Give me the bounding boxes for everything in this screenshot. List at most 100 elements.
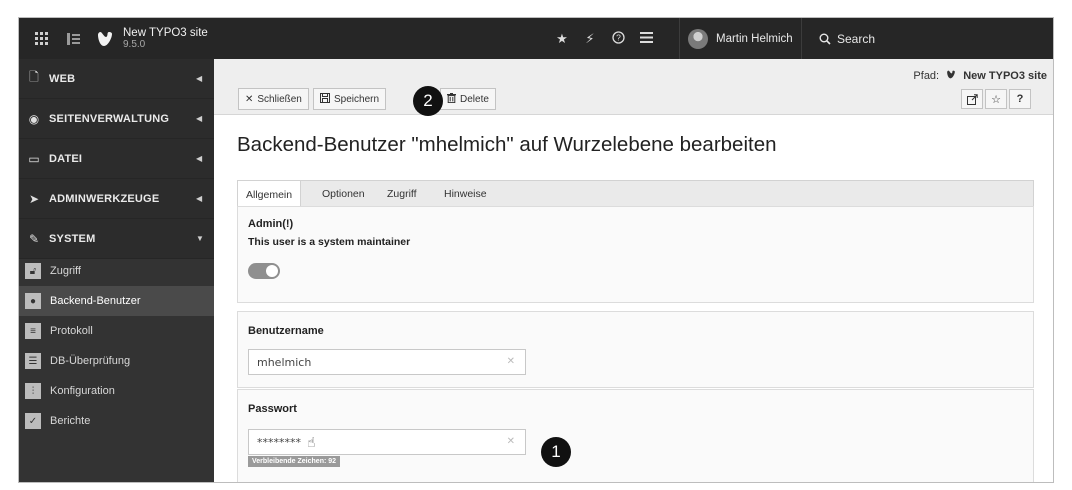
remaining-chars-badge: Verbleibende Zeichen: 92 <box>248 456 341 467</box>
admin-label: Admin(!) <box>248 218 294 230</box>
image-icon: ▭ <box>28 151 40 166</box>
sidebar-item-label: Berichte <box>50 415 91 427</box>
close-button[interactable]: ✕ Schließen <box>238 88 309 110</box>
username-field-panel: Benutzername mhelmich ✕ <box>237 311 1034 388</box>
save-button[interactable]: Speichern <box>313 88 387 110</box>
sidebar-item-label: Zugriff <box>50 265 81 277</box>
site-title: New TYPO3 site <box>123 27 208 39</box>
typo3-backend-window: New TYPO3 site 9.5.0 ★ ⚡ ? Martin Helmic… <box>18 17 1054 483</box>
sidebar-item-berichte[interactable]: ✓ Berichte <box>19 406 214 436</box>
search-icon <box>819 33 831 45</box>
close-label: Schließen <box>257 93 302 105</box>
path-site[interactable]: New TYPO3 site <box>963 70 1047 82</box>
save-label: Speichern <box>334 93 380 105</box>
doc-header: Pfad: New TYPO3 site ✕ Schließen Speiche… <box>214 59 1053 115</box>
sidebar-item-label: Protokoll <box>50 325 93 337</box>
sidebar-item-zugriff[interactable]: 🔓︎ Zugriff <box>19 256 214 286</box>
log-icon: ≡ <box>25 323 41 339</box>
help-button[interactable]: ? <box>1009 89 1031 109</box>
password-value: ******** <box>257 435 301 449</box>
tab-optionen[interactable]: Optionen <box>314 181 373 207</box>
nav-group-seitenverwaltung[interactable]: ◉ SEITENVERWALTUNG ◀ <box>19 99 214 139</box>
delete-label: Delete <box>460 93 489 105</box>
callout-2: 2 <box>413 86 443 116</box>
bookmark-button[interactable]: ☆ <box>985 89 1007 109</box>
caret-down-icon: ▼ <box>196 234 204 243</box>
site-version: 9.5.0 <box>123 39 146 50</box>
lock-icon: 🔓︎ <box>25 263 41 279</box>
search-toggle[interactable]: Search <box>807 18 1053 59</box>
password-input[interactable]: ******** ✕ <box>248 429 526 455</box>
nav-group-label: SEITENVERWALTUNG <box>49 112 170 125</box>
plug-icon: ✎ <box>28 231 40 246</box>
external-link-icon <box>966 93 978 105</box>
typo3-logo-icon <box>947 70 956 79</box>
sidebar-toggle-icon[interactable] <box>59 18 87 59</box>
nav-group-label: WEB <box>49 72 76 85</box>
pointer-hand-icon: ☝ <box>307 434 316 450</box>
nav-group-adminwerkzeuge[interactable]: ➤ ADMINWERKZEUGE ◀ <box>19 179 214 219</box>
typo3-logo-icon <box>98 31 112 46</box>
tab-allgemein[interactable]: Allgemein <box>238 181 302 208</box>
toolbar-icons: ★ ⚡ ? <box>551 18 663 59</box>
rocket-icon: ➤ <box>28 191 40 206</box>
path-prefix: Pfad: <box>913 70 940 82</box>
caret-left-icon: ◀ <box>196 74 203 83</box>
nav-group-web[interactable]: 🗋 WEB ◀ <box>19 59 214 99</box>
sidebar-item-konfiguration[interactable]: ⫶ Konfiguration <box>19 376 214 406</box>
sidebar-item-label: Backend-Benutzer <box>50 295 141 307</box>
admin-field-panel: Admin(!) This user is a system maintaine… <box>237 206 1034 303</box>
report-icon: ✓ <box>25 413 41 429</box>
nav-group-datei[interactable]: ▭ DATEI ◀ <box>19 139 214 179</box>
caret-left-icon: ◀ <box>196 194 203 203</box>
sidebar-item-backend-benutzer[interactable]: ● Backend-Benutzer <box>19 286 214 316</box>
user-menu[interactable]: Martin Helmich <box>679 18 802 59</box>
star-icon[interactable]: ★ <box>551 31 573 47</box>
sidebar-item-db-ueberpruefung[interactable]: ☰ DB-Überprüfung <box>19 346 214 376</box>
database-icon: ☰ <box>25 353 41 369</box>
module-menu: 🗋 WEB ◀ ◉ SEITENVERWALTUNG ◀ ▭ DATEI ◀ ➤… <box>19 59 214 482</box>
avatar <box>688 28 708 49</box>
delete-button[interactable]: Delete <box>440 88 496 110</box>
open-new-window-button[interactable] <box>961 89 983 109</box>
caret-left-icon: ◀ <box>196 154 203 163</box>
list-icon[interactable] <box>635 31 657 46</box>
flash-icon[interactable]: ⚡ <box>579 31 601 47</box>
sidebar-item-protokoll[interactable]: ≡ Protokoll <box>19 316 214 346</box>
top-bar: New TYPO3 site 9.5.0 ★ ⚡ ? Martin Helmic… <box>19 18 1053 59</box>
svg-text:?: ? <box>616 32 621 42</box>
close-icon: ✕ <box>245 93 254 105</box>
nav-group-label: SYSTEM <box>49 232 96 245</box>
globe-icon: ◉ <box>28 111 40 126</box>
toggle-knob <box>266 265 278 277</box>
page-title: Backend-Benutzer "mhelmich" auf Wurzeleb… <box>237 133 777 156</box>
star-outline-icon: ☆ <box>991 93 1001 106</box>
nav-group-label: ADMINWERKZEUGE <box>49 192 160 205</box>
admin-description: This user is a system maintainer <box>248 236 411 248</box>
caret-left-icon: ◀ <box>196 114 203 123</box>
sidebar-item-label: Konfiguration <box>50 385 115 397</box>
site-logo-area[interactable]: New TYPO3 site 9.5.0 <box>95 18 208 59</box>
admin-toggle[interactable] <box>248 263 280 279</box>
grid-icon[interactable] <box>27 18 55 59</box>
tab-hinweise[interactable]: Hinweise <box>436 181 495 207</box>
tab-zugriff[interactable]: Zugriff <box>379 181 425 207</box>
sliders-icon: ⫶ <box>25 383 41 399</box>
page-icon: 🗋 <box>29 70 39 84</box>
help-icon[interactable]: ? <box>607 30 629 47</box>
username-value: mhelmich <box>257 355 312 369</box>
clear-icon[interactable]: ✕ <box>507 436 515 447</box>
sidebar-item-label: DB-Überprüfung <box>50 355 131 367</box>
username-input[interactable]: mhelmich ✕ <box>248 349 526 375</box>
floppy-icon <box>320 92 330 106</box>
help-label: ? <box>1016 93 1024 105</box>
breadcrumb: Pfad: New TYPO3 site <box>913 69 1047 82</box>
password-label: Passwort <box>248 403 297 415</box>
nav-group-system[interactable]: ✎ SYSTEM ▼ <box>19 219 214 259</box>
search-label: Search <box>837 31 876 46</box>
username-label: Benutzername <box>248 325 324 337</box>
clear-icon[interactable]: ✕ <box>507 356 515 367</box>
nav-group-label: DATEI <box>49 152 83 165</box>
content-area: Pfad: New TYPO3 site ✕ Schließen Speiche… <box>214 59 1053 482</box>
trash-icon <box>447 92 456 106</box>
